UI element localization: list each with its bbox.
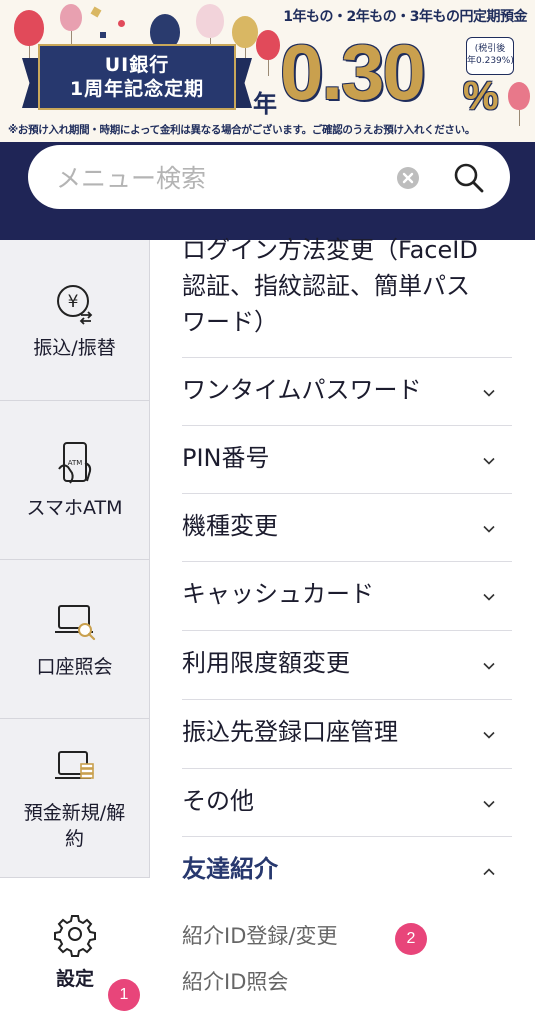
menu-row-pin[interactable]: PIN番号 [182, 425, 512, 494]
chevron-down-icon [483, 593, 495, 601]
confetti-decoration [118, 20, 125, 27]
account-inquiry-icon [54, 605, 95, 641]
balloon-decoration [508, 82, 530, 126]
sidebar-item-smartphone-atm[interactable]: ATM スマホATM [0, 401, 150, 560]
menu-row-limit-change[interactable]: 利用限度額変更 [182, 630, 512, 699]
search-header [0, 142, 535, 240]
chevron-down-icon [483, 389, 495, 397]
menu-row-other[interactable]: その他 [182, 768, 512, 837]
menu-row-label: その他 [182, 787, 254, 815]
menu-row-friend-referral[interactable]: 友達紹介 [182, 836, 512, 905]
chevron-down-icon [483, 800, 495, 808]
balloon-decoration [60, 4, 82, 47]
menu-row-device-change[interactable]: 機種変更 [182, 493, 512, 562]
annotation-badge-settings: 1 [108, 979, 140, 1011]
deposit-icon [54, 751, 94, 779]
chevron-down-icon [483, 525, 495, 533]
menu-row-label: 友達紹介 [182, 855, 278, 883]
banner-bank-name: UI銀行 [104, 54, 170, 76]
menu-row-label: 利用限度額変更 [182, 649, 350, 677]
banner-campaign-name: 1周年記念定期 [69, 78, 205, 100]
confetti-decoration [100, 32, 106, 38]
banner-tax-line2: 年0.239%) [467, 56, 514, 66]
menu-row-payee-management[interactable]: 振込先登録口座管理 [182, 699, 512, 768]
annotation-badge-register: 2 [395, 923, 427, 955]
promo-banner[interactable]: 1年もの・2年もの・3年もの円定期預金 UI銀行 1周年記念定期 年 0.30 … [0, 0, 535, 142]
banner-percent: % [463, 74, 499, 118]
sidebar-item-label: 預金新規/解約 [23, 802, 126, 850]
banner-ribbon: UI銀行 1周年記念定期 [22, 44, 252, 116]
menu-row-label: ワンタイムパスワード [182, 376, 422, 404]
menu-row-cash-card[interactable]: キャッシュカード [182, 561, 512, 630]
menu-row-onetime-password[interactable]: ワンタイムパスワード [182, 357, 512, 426]
sidebar-item-label: 口座照会 [36, 656, 113, 678]
banner-tax-line1: (税引後 [474, 44, 506, 54]
banner-disclaimer: ※お預け入れ期間・時期によって金利は異なる場合がございます。ご確認のうえお預け入… [8, 124, 476, 136]
confetti-decoration [90, 6, 102, 18]
gear-icon [54, 915, 96, 957]
svg-text:¥: ¥ [67, 292, 78, 312]
submenu-referral-id-inquiry[interactable]: 紹介ID照会 [182, 966, 288, 996]
submenu-register-referral-id[interactable]: 紹介ID登録/変更 [182, 920, 337, 950]
balloon-decoration [256, 30, 280, 76]
chevron-down-icon [483, 662, 495, 670]
banner-after-tax-rate: (税引後 年0.239%) [466, 37, 514, 75]
sidebar-item-label: 設定 [55, 968, 94, 990]
banner-rate: 0.30 [280, 28, 426, 116]
balloon-decoration [14, 10, 44, 62]
sidebar-item-label: 振込/振替 [33, 337, 116, 359]
sidebar-item-account-inquiry[interactable]: 口座照会 [0, 560, 150, 719]
search-input[interactable] [54, 145, 408, 211]
sidebar-item-deposit[interactable]: 預金新規/解約 [0, 719, 150, 878]
chevron-up-icon [483, 868, 495, 876]
sidebar: ¥ 振込/振替 ATM スマホATM 口座照会 預金新規/解約 設定 [0, 240, 150, 1024]
chevron-down-icon [483, 731, 495, 739]
yen-transfer-icon: ¥ [56, 285, 92, 325]
search-box [28, 145, 510, 211]
menu-row-login-method[interactable]: ログイン方法変更（FaceID認証、指紋認証、簡単パスワード） [182, 232, 482, 340]
magnifier-icon[interactable] [453, 162, 485, 194]
balloon-decoration [196, 4, 224, 54]
banner-year-label: 年 [253, 90, 277, 118]
menu-row-label: キャッシュカード [182, 580, 374, 608]
clear-circle-icon[interactable] [397, 167, 419, 189]
menu-row-label: PIN番号 [182, 444, 270, 472]
sidebar-item-label: スマホATM [26, 497, 123, 519]
svg-text:ATM: ATM [67, 459, 82, 467]
chevron-down-icon [483, 457, 495, 465]
banner-product-text: 1年もの・2年もの・3年もの円定期預金 [283, 9, 527, 25]
sidebar-item-transfer[interactable]: ¥ 振込/振替 [0, 240, 150, 401]
menu-row-label: 機種変更 [182, 512, 278, 540]
menu-row-label: 振込先登録口座管理 [182, 718, 398, 746]
smartphone-atm-icon: ATM [57, 442, 91, 484]
